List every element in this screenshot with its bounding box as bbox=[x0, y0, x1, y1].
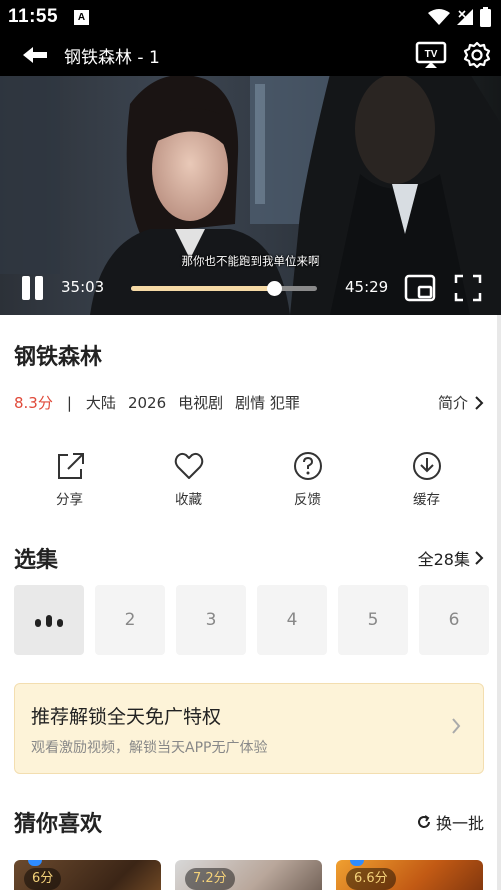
episode-2[interactable]: 2 bbox=[95, 585, 165, 655]
download-button[interactable]: 缓存 bbox=[387, 450, 467, 508]
recommend-card[interactable]: 7.2分 bbox=[175, 860, 322, 890]
player-controls: 35:03 45:29 bbox=[0, 274, 501, 302]
playing-bars-icon bbox=[35, 615, 63, 627]
genres: 剧情 犯罪 bbox=[235, 394, 300, 412]
share-label: 分享 bbox=[56, 492, 83, 508]
recommend-card[interactable]: 6分 bbox=[14, 860, 161, 890]
favorite-label: 收藏 bbox=[175, 492, 202, 508]
total-time: 45:29 bbox=[345, 278, 389, 296]
battery-icon bbox=[480, 7, 491, 27]
episode-5[interactable]: 5 bbox=[338, 585, 408, 655]
heart-icon bbox=[174, 452, 203, 479]
wifi-icon bbox=[428, 9, 450, 25]
download-label: 缓存 bbox=[413, 492, 440, 508]
meta-separator: | bbox=[66, 393, 72, 412]
card-tag bbox=[350, 860, 364, 866]
refresh-icon bbox=[418, 815, 430, 828]
episode-4[interactable]: 4 bbox=[257, 585, 327, 655]
show-title: 钢铁森林 bbox=[14, 345, 103, 370]
progress-bar[interactable] bbox=[131, 281, 317, 296]
question-icon bbox=[293, 452, 322, 480]
share-icon bbox=[57, 453, 84, 479]
recommend-header: 猜你喜欢 换一批 bbox=[14, 806, 484, 838]
region: 大陆 bbox=[85, 394, 116, 412]
recommend-cards: 6分 7.2分 6.6分 bbox=[14, 860, 501, 890]
chevron-right-icon bbox=[475, 395, 484, 410]
progress-fill bbox=[131, 286, 275, 291]
feedback-button[interactable]: 反馈 bbox=[268, 450, 348, 508]
all-episodes-label: 全28集 bbox=[417, 550, 470, 569]
signal-icon bbox=[457, 9, 473, 25]
recommend-card[interactable]: 6.6分 bbox=[336, 860, 483, 890]
tv-cast-icon[interactable]: TV bbox=[415, 41, 447, 69]
progress-thumb[interactable] bbox=[267, 281, 283, 296]
promo-subtitle: 观看激励视频，解锁当天APP无广体验 bbox=[31, 740, 268, 756]
current-time: 35:03 bbox=[61, 278, 105, 296]
video-frame bbox=[0, 34, 501, 315]
chevron-right-icon bbox=[475, 551, 484, 565]
gear-icon[interactable] bbox=[463, 41, 491, 69]
card-score: 7.2分 bbox=[185, 868, 235, 890]
episode-1-playing[interactable] bbox=[14, 585, 84, 655]
intro-button[interactable]: 简介 bbox=[438, 392, 484, 413]
episodes-header: 选集 全28集 bbox=[14, 542, 484, 574]
show-meta: 8.3分 | 大陆 2026 电视剧 剧情 犯罪 简介 bbox=[14, 392, 484, 413]
recommend-title: 猜你喜欢 bbox=[14, 812, 103, 837]
episodes-title: 选集 bbox=[14, 548, 59, 573]
episode-6[interactable]: 6 bbox=[419, 585, 489, 655]
intro-label: 简介 bbox=[437, 394, 468, 412]
chevron-right-icon bbox=[452, 718, 461, 734]
pip-icon[interactable] bbox=[404, 274, 436, 302]
status-bar: 11:55 A bbox=[0, 0, 501, 34]
status-time: 11:55 bbox=[8, 6, 59, 27]
episode-list: 2 3 4 5 6 bbox=[14, 585, 489, 655]
refresh-label: 换一批 bbox=[435, 814, 484, 833]
video-player[interactable]: 钢铁森林 - 1 TV 那你也不能跑到我单位来啊 35:03 45:29 bbox=[0, 34, 501, 315]
promo-title: 推荐解锁全天免广特权 bbox=[31, 706, 222, 728]
player-top-bar: 钢铁森林 - 1 TV bbox=[0, 34, 501, 76]
feedback-label: 反馈 bbox=[294, 492, 321, 508]
card-tag bbox=[28, 860, 42, 866]
back-arrow-icon[interactable] bbox=[20, 40, 50, 70]
pause-icon[interactable] bbox=[22, 274, 46, 302]
card-score: 6.6分 bbox=[346, 868, 396, 890]
app-notification-icon: A bbox=[74, 9, 90, 25]
ad-free-promo[interactable]: 推荐解锁全天免广特权 观看激励视频，解锁当天APP无广体验 bbox=[14, 683, 484, 774]
fullscreen-icon[interactable] bbox=[454, 274, 482, 302]
share-button[interactable]: 分享 bbox=[30, 450, 110, 508]
edge-divider bbox=[497, 315, 501, 890]
svg-text:TV: TV bbox=[425, 49, 438, 60]
episode-3[interactable]: 3 bbox=[176, 585, 246, 655]
refresh-button[interactable]: 换一批 bbox=[416, 810, 484, 834]
favorite-button[interactable]: 收藏 bbox=[149, 450, 229, 508]
year: 2026 bbox=[127, 393, 167, 412]
all-episodes-button[interactable]: 全28集 bbox=[418, 546, 484, 570]
video-subtitle: 那你也不能跑到我单位来啊 bbox=[181, 254, 320, 268]
download-icon bbox=[412, 452, 441, 480]
rating: 8.3分 bbox=[14, 394, 53, 412]
player-title: 钢铁森林 - 1 bbox=[64, 47, 160, 68]
category: 电视剧 bbox=[178, 394, 224, 412]
action-bar: 分享 收藏 反馈 缓存 bbox=[10, 450, 486, 508]
card-score: 6分 bbox=[24, 868, 62, 890]
